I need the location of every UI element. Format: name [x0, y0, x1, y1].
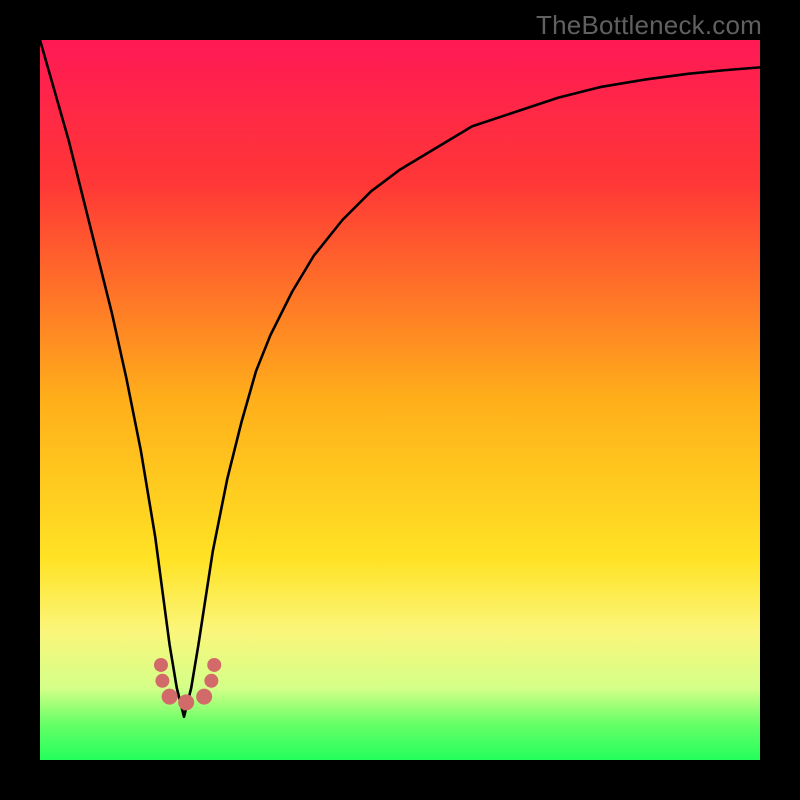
optimum-dot: [207, 658, 221, 672]
optimum-dot: [155, 674, 169, 688]
optimum-dot: [178, 694, 194, 710]
curve-svg: [40, 40, 760, 760]
optimum-dot: [204, 674, 218, 688]
chart-frame: TheBottleneck.com: [0, 0, 800, 800]
optimum-dots-group: [154, 658, 221, 710]
optimum-dot: [196, 689, 212, 705]
plot-area: [40, 40, 760, 760]
optimum-dot: [154, 658, 168, 672]
bottleneck-curve: [40, 40, 760, 717]
watermark-text: TheBottleneck.com: [536, 10, 762, 41]
optimum-dot: [162, 689, 178, 705]
